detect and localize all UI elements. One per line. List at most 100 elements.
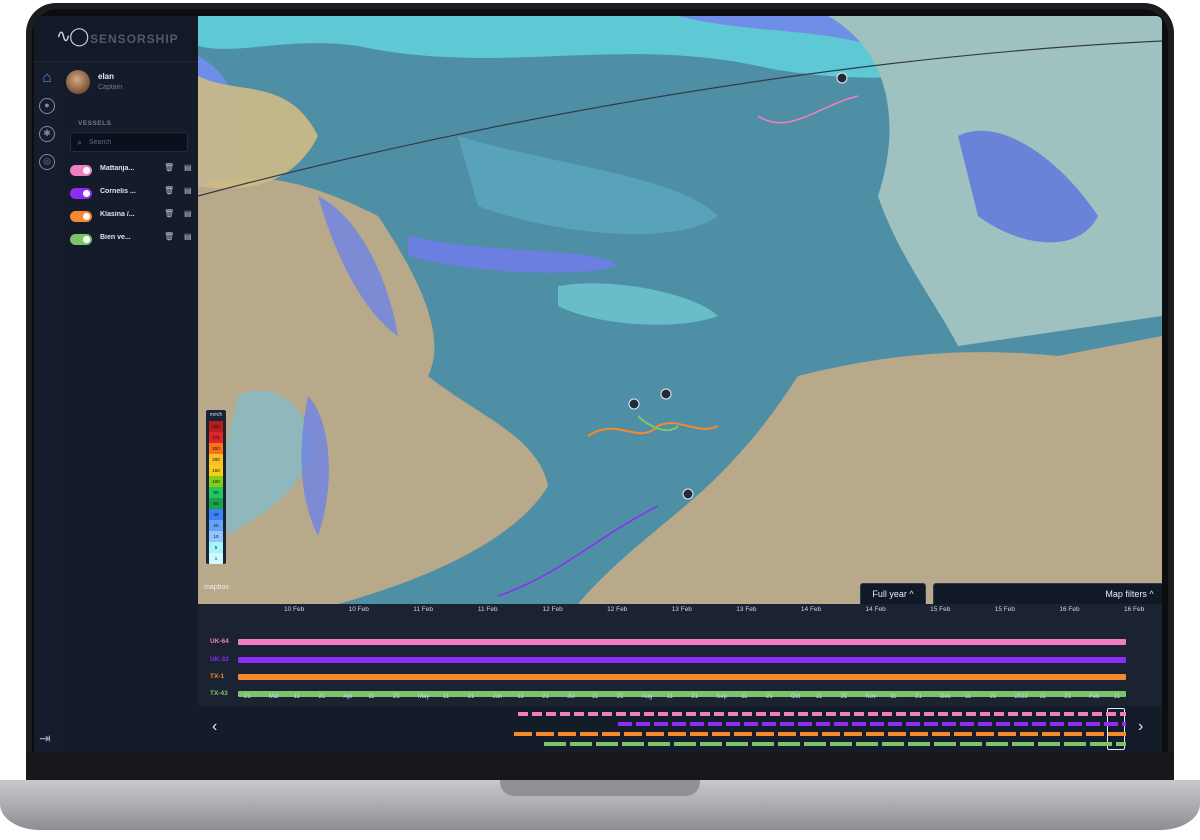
month-axis: 21 Mar 11 21 Apr 11 21 May 11 21 Jun 11 21 Jul 11 21 Aug… [238, 694, 1128, 704]
vessel-panel: elan Captain VESSELS ⌕ Mattanja... 🗑 ▤ C… [60, 62, 198, 752]
logout-icon[interactable]: ⇥ [39, 730, 51, 747]
vessel-toggle[interactable] [70, 165, 92, 176]
next-arrow-icon[interactable]: › [1138, 718, 1143, 736]
legend-step: 200 [209, 454, 223, 465]
date-tick-label: 10 Feb [348, 606, 369, 613]
date-tick-label: 14 Feb [865, 606, 886, 613]
legend-step: 20 [209, 520, 223, 531]
details-icon[interactable]: ▤ [184, 186, 192, 195]
full-year-button[interactable]: Full year ^ [860, 583, 926, 604]
track-label: TX-43 [210, 690, 228, 697]
legend-step: 300 [209, 421, 223, 432]
date-tick-label: 16 Feb [1059, 606, 1080, 613]
month-tick-label: 11 [815, 694, 822, 700]
month-tick-label: Jun [492, 694, 503, 700]
search-box: ⌕ [70, 132, 188, 152]
month-tick-label: 11 [666, 694, 673, 700]
month-tick-label: 21 [915, 694, 922, 700]
details-icon[interactable]: ▤ [184, 209, 192, 218]
app-screen: ∿◯ SENSORSHIP ⌂ ● ✱ ◎ ⇥ elan Captain VES… [34, 16, 1162, 752]
wave-logo-icon: ∿◯ [56, 26, 89, 46]
month-tick-label: 11 [368, 694, 375, 700]
month-tick-label: Sep [716, 694, 727, 700]
legend-title: mm/h [209, 412, 223, 418]
date-tick-label: 12 Feb [542, 606, 563, 613]
globe-icon[interactable]: ◎ [39, 154, 55, 170]
month-tick-label: Feb [1089, 694, 1100, 700]
month-tick-label: 21 [467, 694, 475, 700]
legend-step: 10 [209, 531, 223, 542]
vessel-item[interactable]: Bien ve... 🗑 ▤ [68, 231, 194, 247]
laptop-notch [500, 780, 700, 796]
timeline-overview[interactable]: ‹ › [198, 706, 1162, 752]
month-tick-label: 21 [840, 694, 848, 700]
date-tick-label: 15 Feb [930, 606, 951, 613]
user-icon[interactable]: ● [39, 98, 55, 114]
weather-map[interactable]: mapbox mm/h 300 275 250 200 150 100 80 60 40 20 10… [198, 16, 1162, 604]
legend-step: 150 [209, 465, 223, 476]
vessel-toggle[interactable] [70, 211, 92, 222]
date-axis: 10 Feb 10 Feb 11 Feb 11 Feb 12 Feb 12 Feb 13 F… [238, 606, 1144, 618]
home-icon[interactable]: ⌂ [39, 70, 55, 86]
details-icon[interactable]: ▤ [184, 232, 192, 241]
settings-icon[interactable]: ✱ [39, 126, 55, 142]
timeline-panel: 10 Feb 10 Feb 11 Feb 11 Feb 12 Feb 12 Feb 13 F… [198, 604, 1162, 752]
trash-icon[interactable]: 🗑 [164, 209, 174, 218]
overview-track [518, 712, 1126, 716]
brand-header: ∿◯ SENSORSHIP [34, 16, 198, 62]
legend-step: 100 [209, 476, 223, 487]
date-tick-label: 15 Feb [994, 606, 1016, 613]
details-icon[interactable]: ▤ [184, 163, 192, 172]
month-tick-label: Apr [343, 694, 353, 700]
month-tick-label: 11 [442, 694, 450, 700]
track-bar[interactable] [238, 639, 1126, 645]
overview-track [514, 732, 1126, 736]
vessel-toggle[interactable] [70, 234, 92, 245]
date-tick-label: 14 Feb [800, 606, 822, 613]
month-tick-label: 11 [964, 694, 972, 700]
user-name: elan [98, 72, 115, 81]
track-bar[interactable] [238, 657, 1126, 663]
date-tick-label: 10 Feb [284, 606, 305, 613]
date-tick-label: 11 Feb [477, 606, 498, 613]
icon-rail: ⌂ ● ✱ ◎ ⇥ [34, 62, 60, 752]
trash-icon[interactable]: 🗑 [164, 163, 174, 172]
laptop-chin [26, 752, 1174, 782]
map-canvas[interactable] [198, 16, 1162, 604]
map-attribution[interactable]: mapbox [204, 584, 229, 591]
avatar[interactable] [66, 70, 90, 94]
month-tick-label: 11 [1039, 694, 1046, 700]
search-input[interactable] [89, 136, 183, 149]
trash-icon[interactable]: 🗑 [164, 232, 174, 241]
legend-step: 5 [209, 542, 223, 553]
brand-name: SENSORSHIP [90, 32, 179, 46]
month-tick-label: May [418, 694, 430, 700]
legend-step: 1 [209, 553, 223, 564]
precipitation-legend: mm/h 300 275 250 200 150 100 80 60 40 20 10 5 1 [206, 410, 226, 564]
date-tick-label: 12 Feb [607, 606, 628, 613]
date-tick-label: 13 Feb [736, 606, 757, 613]
prev-arrow-icon[interactable]: ‹ [212, 718, 217, 736]
track-label: UK-33 [210, 656, 229, 663]
overview-track [544, 742, 1126, 746]
vessel-item[interactable]: Cornelis ... 🗑 ▤ [68, 185, 194, 201]
month-tick-label: Oct [790, 694, 801, 700]
date-tick-label: 13 Feb [671, 606, 692, 613]
month-tick-label: 21 [616, 694, 624, 700]
month-tick-label: 11 [293, 694, 300, 700]
legend-step: 60 [209, 498, 223, 509]
vessel-item[interactable]: Mattanja... 🗑 ▤ [68, 162, 194, 178]
vessel-item[interactable]: Klasina /... 🗑 ▤ [68, 208, 194, 224]
month-tick-label: Mar [268, 694, 280, 700]
legend-step: 80 [209, 487, 223, 498]
month-tick-label: Aug [641, 694, 653, 700]
vessel-toggle[interactable] [70, 188, 92, 199]
trash-icon[interactable]: 🗑 [164, 186, 174, 195]
month-tick-label: 11 [1114, 694, 1121, 700]
vessel-name: Klasina /... [100, 211, 135, 218]
map-filters-button[interactable]: Map filters ^ [933, 583, 1162, 604]
month-tick-label: 21 [989, 694, 997, 700]
track-bar[interactable] [238, 674, 1126, 680]
date-tick-label: 16 Feb [1124, 606, 1145, 613]
month-tick-label: 21 [1064, 694, 1071, 700]
